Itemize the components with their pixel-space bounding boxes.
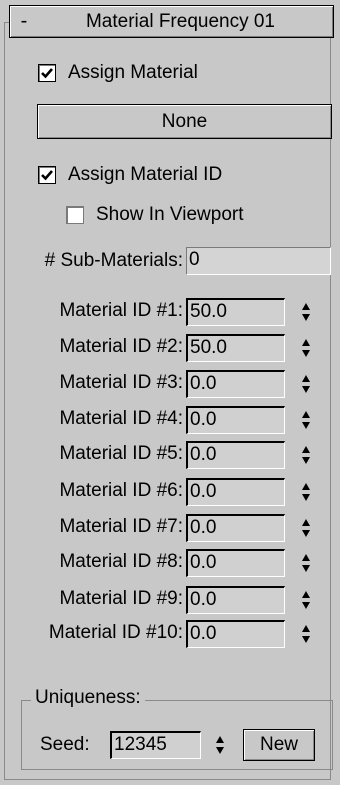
material-id-4-spinner[interactable] [299,406,313,434]
spinner-arrows-icon [302,519,310,537]
material-id-4-field[interactable]: 0.0 [186,406,285,434]
assign-material-id-checkbox[interactable] [38,166,56,184]
spinner-arrows-icon [302,339,310,357]
new-seed-button[interactable]: New [243,729,315,761]
sub-materials-label: # Sub-Materials: [44,250,183,271]
material-id-2-label: Material ID #2: [59,336,183,357]
uniqueness-title: Uniqueness: [31,687,145,709]
assign-material-id-label: Assign Material ID [68,164,223,185]
seed-label: Seed: [40,734,90,755]
assign-material-label: Assign Material [68,62,198,83]
material-id-8-label: Material ID #8: [59,551,183,572]
material-id-5-label: Material ID #5: [59,443,183,464]
spinner-arrows-icon [302,483,310,501]
spinner-arrows-icon [216,736,224,754]
material-id-2-field[interactable]: 50.0 [186,334,285,362]
material-id-8-field[interactable]: 0.0 [186,549,285,577]
checkmark-icon [41,68,53,79]
material-id-6-spinner[interactable] [299,478,313,506]
material-id-3-field[interactable]: 0.0 [186,370,285,398]
show-in-viewport-checkbox[interactable] [66,206,84,224]
material-id-1-field[interactable]: 50.0 [186,298,285,326]
spinner-arrows-icon [302,591,310,609]
material-id-1-spinner[interactable] [299,298,313,326]
material-id-6-field[interactable]: 0.0 [186,478,285,506]
material-id-7-spinner[interactable] [299,514,313,542]
spinner-arrows-icon [302,375,310,393]
material-id-1-label: Material ID #1: [59,300,183,321]
material-id-7-field[interactable]: 0.0 [186,514,285,542]
material-id-10-field[interactable]: 0.0 [186,620,285,648]
show-in-viewport-row[interactable]: Show In Viewport [66,204,244,226]
spinner-arrows-icon [302,303,310,321]
checkmark-icon [41,170,53,181]
material-id-9-field[interactable]: 0.0 [186,586,285,614]
seed-field[interactable]: 12345 [110,731,201,759]
material-id-3-label: Material ID #3: [59,372,183,393]
material-id-9-label: Material ID #9: [59,588,183,609]
show-in-viewport-label: Show In Viewport [96,204,244,225]
material-id-4-label: Material ID #4: [59,408,183,429]
rollout-header[interactable]: - Material Frequency 01 [9,5,334,38]
rollout-title: Material Frequency 01 [85,10,276,32]
material-id-7-label: Material ID #7: [59,516,183,537]
material-none-button[interactable]: None [37,104,332,139]
assign-material-checkbox[interactable] [38,64,56,82]
material-id-8-spinner[interactable] [299,549,313,577]
assign-material-id-row[interactable]: Assign Material ID [38,164,222,186]
spinner-arrows-icon [302,446,310,464]
spinner-arrows-icon [302,554,310,572]
assign-material-row[interactable]: Assign Material [38,62,198,84]
material-id-3-spinner[interactable] [299,370,313,398]
spinner-arrows-icon [302,411,310,429]
material-id-10-label: Material ID #10: [48,622,183,643]
material-id-5-spinner[interactable] [299,441,313,469]
collapse-toggle[interactable]: - [10,10,38,33]
sub-materials-field[interactable]: 0 [186,247,331,275]
material-id-9-spinner[interactable] [299,586,313,614]
material-id-5-field[interactable]: 0.0 [186,441,285,469]
material-id-2-spinner[interactable] [299,334,313,362]
material-id-10-spinner[interactable] [299,620,313,648]
spinner-arrows-icon [302,625,310,643]
material-id-6-label: Material ID #6: [59,480,183,501]
seed-spinner[interactable] [213,731,227,759]
